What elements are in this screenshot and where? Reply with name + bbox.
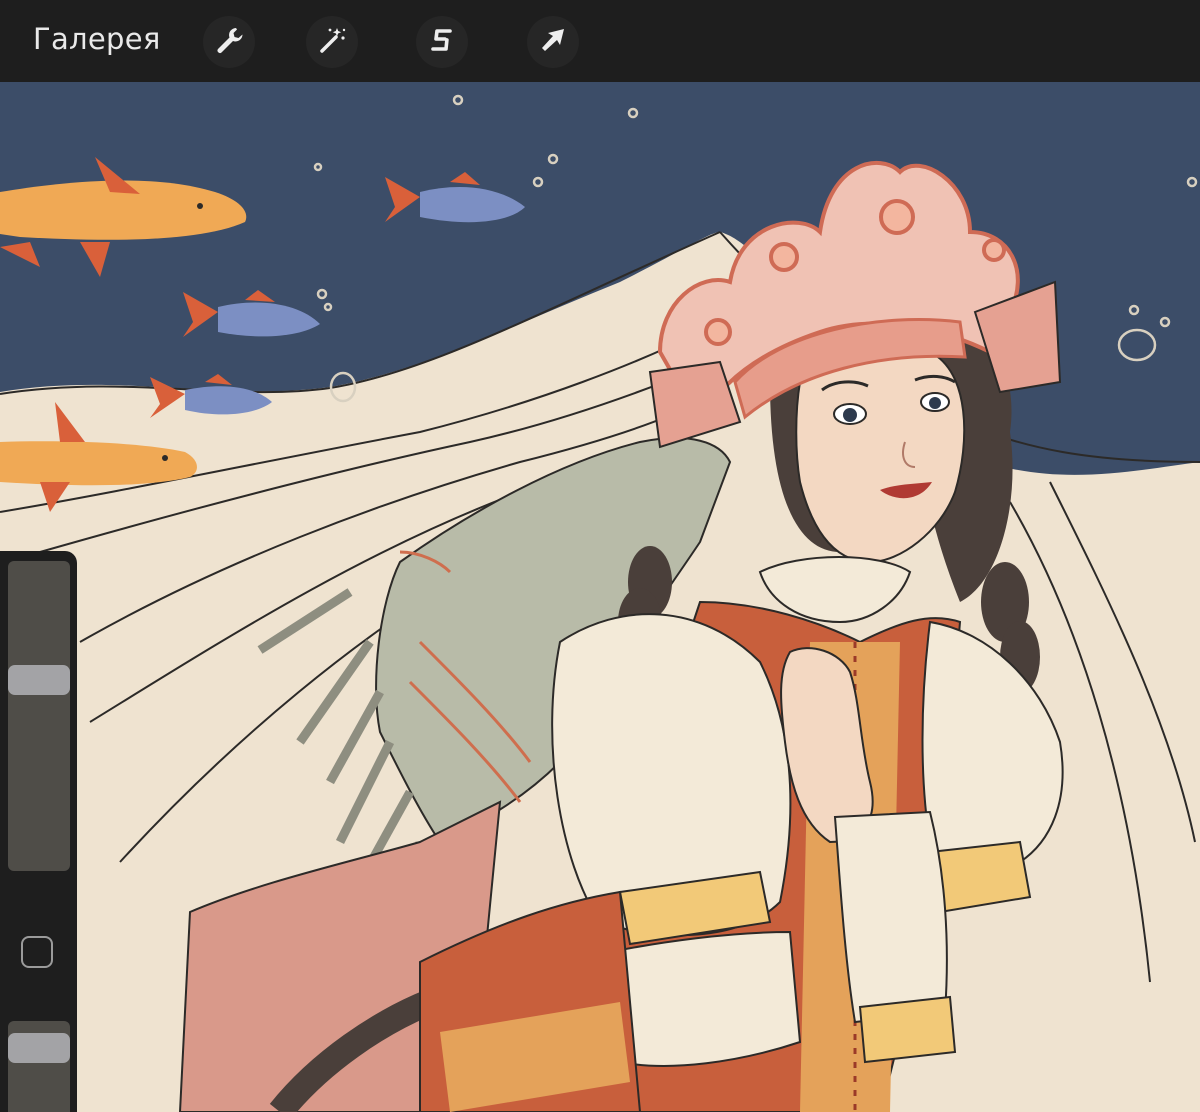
wrench-icon xyxy=(212,23,246,61)
magic-wand-icon xyxy=(315,23,349,61)
selection-s-icon xyxy=(425,23,459,61)
top-toolbar: Галерея xyxy=(0,0,1200,82)
artwork-illustration xyxy=(0,82,1200,1112)
brush-size-slider[interactable] xyxy=(8,561,70,871)
adjustments-button[interactable] xyxy=(306,16,358,68)
actions-button[interactable] xyxy=(203,16,255,68)
left-sidebar xyxy=(0,551,77,1112)
left-lower-sleeve xyxy=(608,930,802,1067)
selection-button[interactable] xyxy=(416,16,468,68)
brush-size-slider-handle[interactable] xyxy=(8,664,70,695)
gallery-button[interactable]: Галерея xyxy=(33,22,161,56)
transform-button[interactable] xyxy=(527,16,579,68)
forearm-sleeve xyxy=(833,810,948,1024)
forearm-cuff xyxy=(858,995,957,1064)
modify-button[interactable] xyxy=(21,936,53,968)
procreate-app: Галерея xyxy=(0,0,1200,1112)
transform-arrow-icon xyxy=(536,23,570,61)
opacity-slider-handle[interactable] xyxy=(8,1033,70,1063)
drawing-canvas[interactable] xyxy=(0,82,1200,1112)
